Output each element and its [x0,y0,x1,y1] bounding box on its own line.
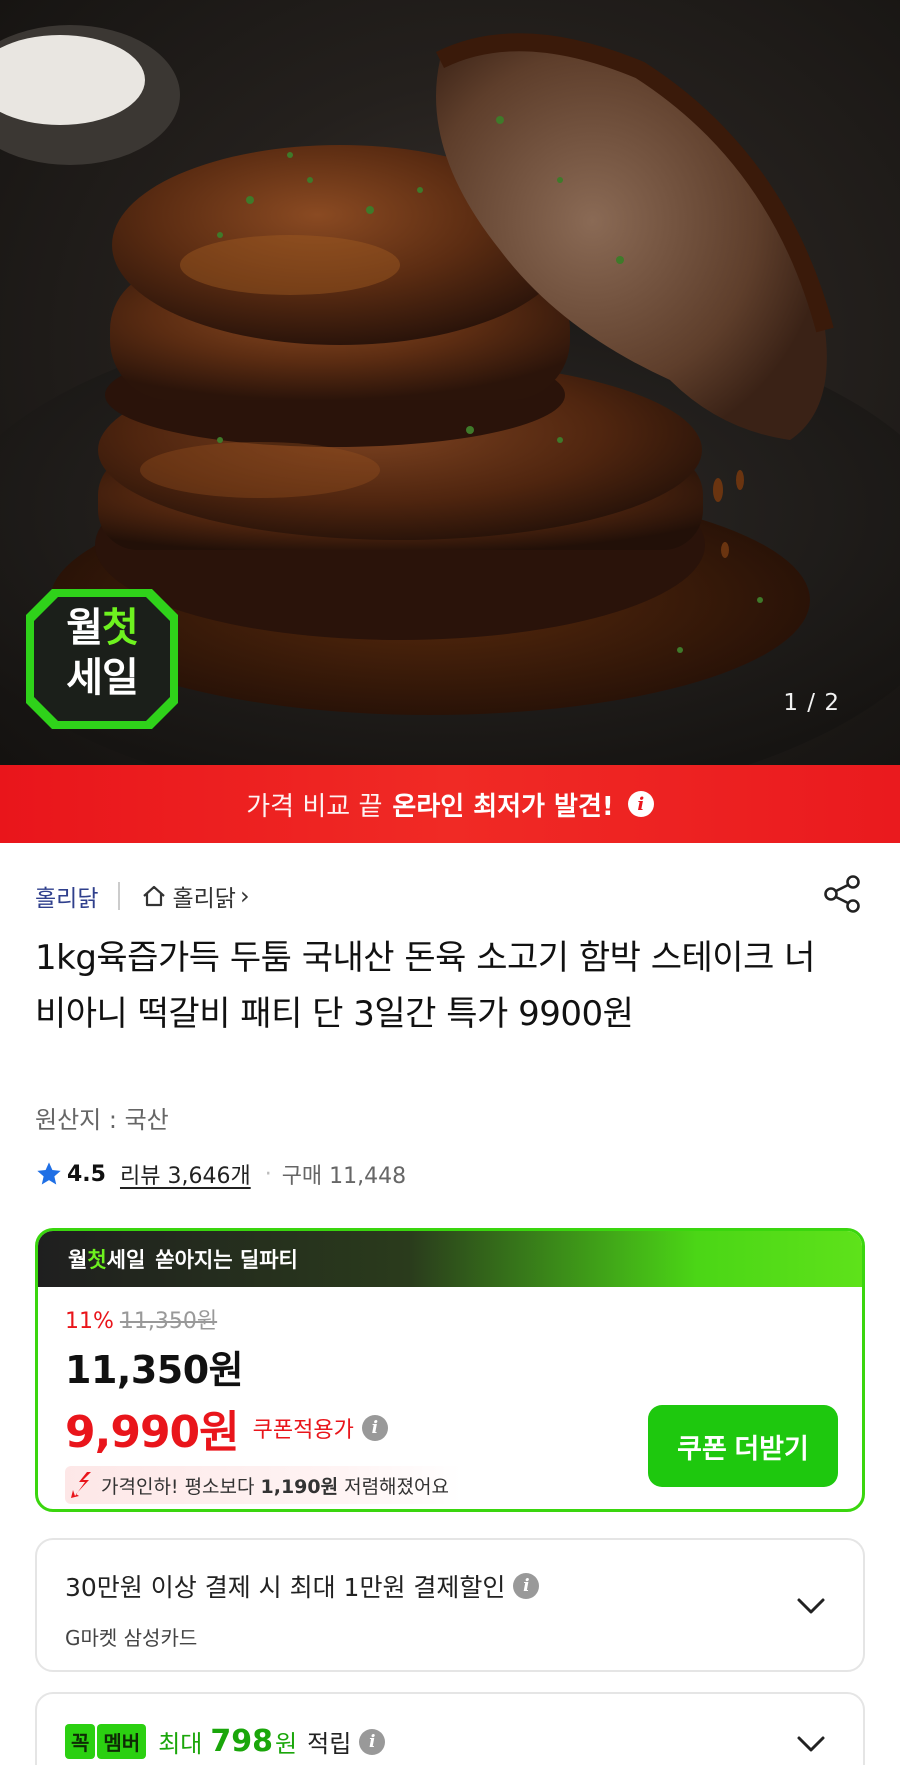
current-price: 11,350원 [65,1348,244,1392]
store-name: 홀리닭 [172,886,236,912]
home-icon [143,885,166,907]
banner-text: 가격 비교 끝 [246,791,383,822]
chevron-down-icon[interactable] [793,1588,829,1624]
star-icon [37,1162,61,1185]
info-icon[interactable]: i [627,791,654,817]
rating-row: 4.5 리뷰 3,646개 · 구매 11,448 [35,1158,406,1190]
divider [118,882,121,910]
info-icon[interactable]: i [359,1728,386,1755]
product-title: 1kg육즙가득 두툼 국내산 돈육 소고기 함박 스테이크 너비아니 떡갈비 패… [35,938,815,1034]
info-icon[interactable]: i [361,1415,388,1441]
badge-text-line2: 세일 [66,655,139,701]
accrue-label: 적립 [307,1730,352,1758]
badge-text: 월 [66,605,103,651]
deal-body: 11% 11,350원 11,350원 9,990원 쿠폰적용가 i 가격인하!… [38,1287,862,1504]
store-link[interactable]: 홀리닭 › [140,879,250,913]
reward-points: 798 [210,1724,274,1759]
image-page-counter: 1 / 2 [783,690,840,716]
price-down-arrow-icon [71,1472,91,1498]
monthly-first-sale-badge: 월첫 세일 [22,585,182,733]
kkok-badge: 꼭 [65,1724,96,1759]
member-badge: 멤버 [97,1724,147,1759]
deal-header-text: 쏟아지는 딜파티 [155,1248,298,1272]
membership-line: 꼭 멤버 최대 798 원 적립 i [65,1724,386,1759]
original-price: 11,350원 [119,1309,218,1334]
deal-header-brand-accent: 첫 [87,1248,107,1272]
won-unit: 원 [275,1730,298,1758]
coupon-price: 9,990원 [65,1407,240,1458]
lowest-price-banner[interactable]: 가격 비교 끝 온라인 최저가 발견! i [0,765,900,843]
deal-header: 월 첫 세일 쏟아지는 딜파티 [38,1231,862,1287]
review-link[interactable]: 리뷰 3,646개 [120,1158,251,1190]
deal-header-brand: 월 [68,1248,88,1272]
deal-box: 월 첫 세일 쏟아지는 딜파티 11% 11,350원 11,350원 9,990원… [35,1228,865,1512]
card-discount-subtitle: G마켓 삼성카드 [65,1626,198,1650]
card-discount-box[interactable]: 30만원 이상 결제 시 최대 1만원 결제할인 i G마켓 삼성카드 [35,1538,865,1672]
share-icon[interactable] [821,872,865,916]
deal-header-brand-sale: 세일 [106,1248,146,1272]
coupon-applied-label: 쿠폰적용가 [252,1418,354,1443]
drop-suffix: 저렴해졌어요 [344,1475,449,1498]
drop-prefix: 가격인하! 평소보다 [101,1475,255,1498]
drop-amount: 1,190원 [260,1475,339,1498]
separator: · [264,1161,272,1187]
card-discount-title-row: 30만원 이상 결제 시 최대 1만원 결제할인 i [65,1568,540,1604]
product-image[interactable]: 월첫 세일 1 / 2 [0,0,900,765]
badge-text-accent: 첫 [102,605,139,651]
get-more-coupon-button[interactable]: 쿠폰 더받기 [648,1405,838,1487]
rating-value: 4.5 [67,1161,106,1187]
discount-percent: 11% [65,1309,114,1334]
origin-label: 원산지 : 국산 [35,1106,169,1134]
price-drop-notice: 가격인하! 평소보다 1,190원 저렴해졌어요 [65,1466,461,1504]
membership-box[interactable]: 꼭 멤버 최대 798 원 적립 i [35,1692,865,1765]
chevron-right-icon: › [239,882,250,910]
purchase-count: 구매 11,448 [281,1164,407,1189]
chevron-down-icon[interactable] [793,1726,829,1762]
info-icon[interactable]: i [513,1573,540,1599]
card-discount-title: 30만원 이상 결제 시 최대 1만원 결제할인 [65,1573,506,1602]
seller-row: 홀리닭 홀리닭 › [35,875,865,916]
seller-name[interactable]: 홀리닭 [35,879,98,913]
banner-text-bold: 온라인 최저가 발견! [392,791,614,822]
discount-line: 11% 11,350원 [65,1303,862,1335]
max-label: 최대 [158,1730,203,1758]
